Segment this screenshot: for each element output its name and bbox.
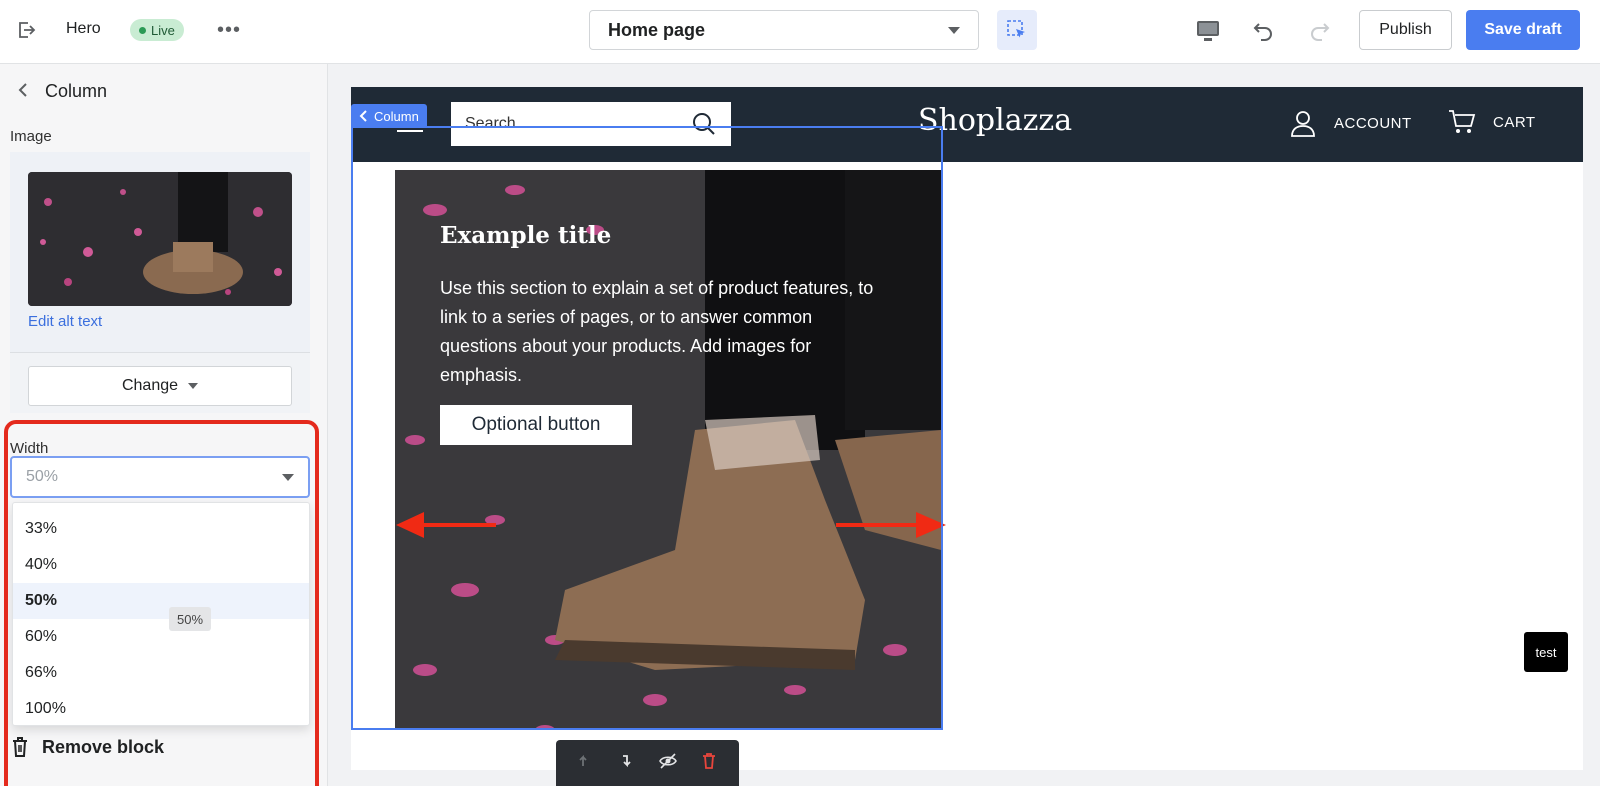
section-name: Hero (66, 20, 101, 37)
cart-link[interactable]: CART (1447, 108, 1536, 136)
exit-icon[interactable] (14, 18, 38, 42)
page-selector-value: Home page (608, 19, 706, 40)
remove-block-button[interactable]: Remove block (10, 736, 164, 758)
chevron-down-icon (948, 26, 960, 34)
back-chevron-icon[interactable] (14, 80, 34, 100)
panel-title: Column (45, 81, 108, 101)
settings-sidebar: Column Image Edit alt text Change Width … (0, 64, 328, 786)
image-label: Image (10, 128, 52, 145)
edit-alt-text-link[interactable]: Edit alt text (28, 313, 102, 330)
cart-label: CART (1493, 113, 1536, 131)
cart-icon (1449, 110, 1476, 133)
publish-button[interactable]: Publish (1359, 10, 1452, 50)
change-button-label: Change (121, 377, 179, 394)
column-tag-label: Column (374, 108, 419, 124)
live-dot-icon (139, 26, 146, 34)
account-link[interactable]: ACCOUNT (1288, 108, 1412, 138)
caret-down-icon (188, 383, 199, 389)
trash-icon (13, 737, 27, 757)
annotation-highlight (4, 420, 319, 786)
hide-eye-icon[interactable] (658, 752, 678, 775)
user-icon (1291, 111, 1315, 137)
redo-icon[interactable] (1304, 16, 1334, 46)
select-tool-button[interactable] (997, 10, 1037, 50)
status-badge: Live (130, 19, 184, 41)
desktop-preview-icon[interactable] (1193, 16, 1223, 46)
status-badge-label: Live (151, 22, 175, 38)
test-badge[interactable]: test (1524, 632, 1568, 672)
column-tag[interactable]: Column (351, 104, 427, 128)
delete-icon[interactable] (700, 752, 718, 775)
move-up-icon[interactable] (577, 752, 595, 775)
remove-block-label: Remove block (42, 736, 165, 757)
account-label: ACCOUNT (1334, 114, 1412, 132)
chevron-left-icon (359, 110, 367, 122)
undo-icon[interactable] (1249, 16, 1279, 46)
change-image-button[interactable]: Change (28, 366, 292, 406)
column-selection-frame (351, 126, 943, 730)
block-toolbar (556, 740, 739, 786)
cursor-select-icon (1007, 20, 1025, 38)
page-selector[interactable]: Home page (589, 10, 979, 50)
top-bar: Hero Live ••• Home page Publish Save dra… (0, 0, 1600, 64)
move-down-icon[interactable] (617, 752, 635, 775)
save-draft-button[interactable]: Save draft (1466, 10, 1580, 50)
more-options-icon[interactable]: ••• (214, 18, 244, 42)
image-thumbnail[interactable] (28, 172, 292, 306)
